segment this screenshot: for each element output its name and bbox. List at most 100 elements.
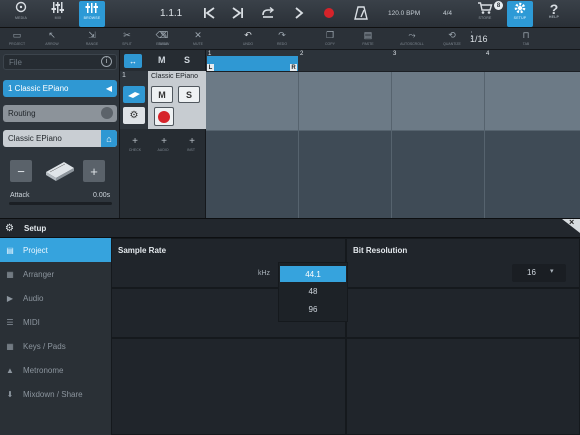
edit-track-button[interactable] [123,86,145,103]
copy-icon: ❐ [325,30,335,40]
copy-button[interactable]: ❐ COPY [318,30,342,48]
sample-rate-option-48[interactable]: 48 [279,287,347,296]
copy-label: COPY [325,42,335,46]
preset-next-button[interactable]: + [83,160,105,182]
lane-divider [206,130,580,131]
undo-icon: ↶ [244,30,252,40]
store-label: STORE [478,16,492,20]
quantize-button[interactable]: ⟲ QUANTIZE [440,30,464,48]
undo-label: UNDO [242,42,254,46]
track-name-button[interactable]: 1 Classic EPiano ◀ [3,80,117,97]
add-instrument-icon[interactable]: + [183,136,201,147]
mixdown-icon: ⬇ [6,389,14,399]
paste-button[interactable]: ▤ PASTE [356,30,380,48]
autoscroll-button[interactable]: ⤳ AUTOSCROLL [400,30,424,48]
plus-icon: + [90,163,98,179]
position-display[interactable]: 1.1.1 [160,8,182,19]
routing-button[interactable]: Routing [3,105,117,122]
mix-label: MIX [54,16,62,20]
setup-nav-item[interactable]: ▶ Audio [0,286,111,310]
expand-tracks-button[interactable]: ↔ [124,54,142,68]
project-tool[interactable]: ▭ PROJECT [5,30,29,48]
tempo-display[interactable]: 120.0 BPM [388,10,420,17]
loop-button[interactable] [260,6,276,20]
redo-button[interactable]: ↷ REDO [270,30,294,48]
global-solo[interactable]: S [184,55,190,65]
setup-nav: ▤ Project ▦ Arranger ▶ Audio ☰ MIDI ▦ Keys / Pads… [0,238,111,435]
sample-rate-option-44[interactable]: 44.1 [280,266,346,282]
arrow-tool[interactable]: ↖ ARROW [40,30,64,48]
skip-forward-icon [232,7,243,19]
add-audio-icon[interactable]: + [155,136,173,147]
sample-rate-option-96[interactable]: 96 [279,305,347,314]
setup-nav-item[interactable]: ▦ Keys / Pads [0,334,111,358]
setup-title: Setup [24,224,47,233]
setup-nav-item[interactable]: ▦ Arranger [0,262,111,286]
track-mute-button[interactable]: M [151,86,173,103]
collapse-arrow-icon: ◀ [105,84,112,93]
track-lane[interactable] [206,72,580,130]
track-list: ↔ M S 1 ⚙ Classic EPiano M S + + + CHECK… [120,50,206,218]
file-label: File [9,57,22,67]
metronome-icon: ▲ [6,365,14,375]
setup-header: ⚙ Setup × [0,217,580,238]
setup-nav-item[interactable]: ▤ Project [0,238,111,262]
global-mute[interactable]: M [158,55,166,65]
redo-icon: ↷ [278,30,286,40]
help-button[interactable]: ? HELP [541,1,567,27]
instrument-thumbnail [44,156,76,184]
mix-button[interactable]: MIX [45,1,71,27]
setup-nav-label: MIDI [23,317,40,327]
bit-resolution-select[interactable]: 16 ▾ [512,264,566,282]
instrument-edit-button[interactable]: ⚙ [123,107,145,124]
setup-nav-item[interactable]: ⬇ Mixdown / Share [0,382,111,406]
split-tool[interactable]: ✂ SPLIT [115,30,139,48]
info-icon[interactable]: i [101,56,112,67]
routing-knob-icon [101,107,113,119]
track-name-label: 1 Classic EPiano [8,84,69,93]
sample-rate-dropdown[interactable]: 44.1 48 96 [278,262,348,322]
gridline [391,72,392,218]
attack-slider[interactable] [9,202,112,205]
range-tool[interactable]: ⇲ RANGE [80,30,104,48]
setup-nav-item[interactable]: ▲ Metronome [0,358,111,382]
arrangement-view[interactable]: 1 2 3 4 L R [206,50,580,218]
plugin-icon: ⚙ [129,110,139,121]
rewind-button[interactable] [202,6,216,20]
keyboard-small-icon [128,91,140,98]
mute-tool[interactable]: ✕ MUTE [186,30,210,48]
setup-nav-list: ▤ Project ▦ Arranger ▶ Audio ☰ MIDI ▦ Keys / Pads… [0,238,111,406]
preset-prev-button[interactable]: − [10,160,32,182]
media-button[interactable]: MEDIA [8,1,34,27]
loop-end-marker[interactable]: R [290,64,297,71]
file-field[interactable]: File [3,54,117,70]
gridline [484,72,485,218]
metronome-button[interactable] [354,5,368,21]
forward-button[interactable] [231,6,245,20]
play-button[interactable] [293,6,305,20]
tab-button[interactable]: ⊓ TAB [514,30,538,48]
track-number: 1 [122,72,126,79]
loop-start-marker[interactable]: L [207,64,214,71]
add-audio-label: AUDIO [157,148,169,152]
check-icon[interactable]: + [126,136,144,147]
track-solo-button[interactable]: S [178,86,200,103]
setup-button[interactable]: SETUP [507,1,533,27]
record-arm-button[interactable] [154,107,174,126]
range-icon: ⇲ [88,30,96,40]
draw-tool[interactable]: ✎ DRAW [152,30,176,48]
setup-nav-item[interactable]: ☰ MIDI [0,310,111,334]
close-icon[interactable]: × [569,217,574,227]
loop-range[interactable] [207,56,298,71]
mute-icon: ✕ [194,30,202,40]
undo-button[interactable]: ↶ UNDO [236,30,260,48]
browse-button[interactable]: BROWSE [79,1,105,27]
instrument-button[interactable]: Classic EPiano ⌂ [3,130,117,147]
signature-display[interactable]: 4/4 [443,10,452,17]
timeline-ruler[interactable]: 1 2 3 4 L R [206,50,580,72]
range-tool-label: RANGE [85,42,99,46]
record-button[interactable] [324,8,334,18]
track-header[interactable]: 1 ⚙ Classic EPiano M S [120,71,206,129]
setup-nav-label: Audio [23,293,44,303]
empty-cell [111,338,346,435]
